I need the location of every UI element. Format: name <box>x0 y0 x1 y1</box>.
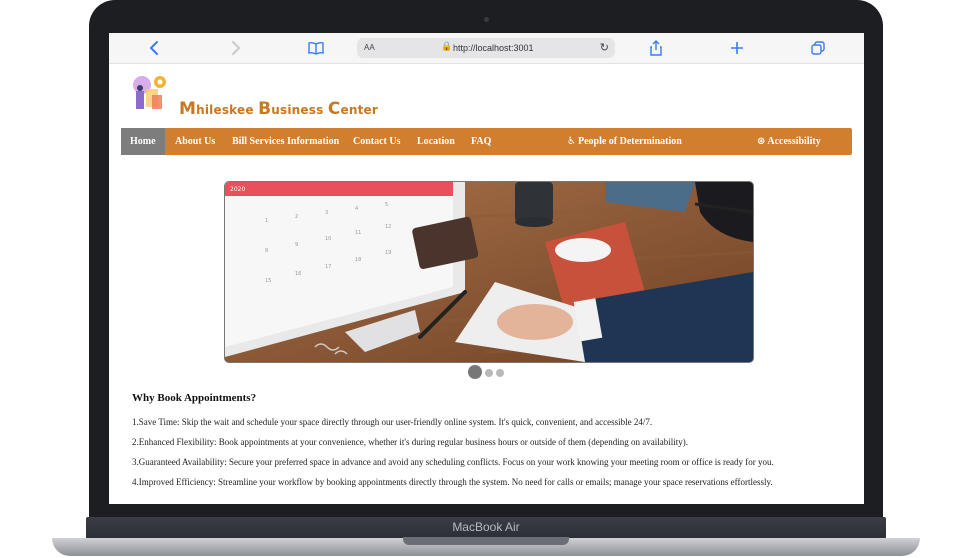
svg-text:15: 15 <box>265 278 271 284</box>
site-title: Mhileskee Business Center <box>179 99 378 119</box>
benefit-point: 1.Save Time: Skip the wait and schedule … <box>132 417 653 427</box>
svg-text:17: 17 <box>325 264 331 270</box>
svg-text:12: 12 <box>385 224 391 230</box>
svg-text:9: 9 <box>295 242 298 248</box>
plus-icon[interactable] <box>728 39 746 57</box>
camera <box>484 17 489 22</box>
benefit-point: 2.Enhanced Flexibility: Book appointment… <box>132 437 689 447</box>
svg-text:10: 10 <box>325 236 331 242</box>
svg-text:4: 4 <box>355 206 358 212</box>
nav-accessibility[interactable]: ⊛ Accessibility <box>757 128 821 155</box>
svg-text:8: 8 <box>265 248 268 254</box>
address-bar[interactable]: AA 🔒 http://localhost:3001 ↻ <box>357 38 615 58</box>
svg-text:11: 11 <box>355 230 361 236</box>
svg-text:1: 1 <box>265 218 268 224</box>
wheelchair-icon: ♿ <box>567 136 576 147</box>
benefit-point: 4.Improved Efficiency: Streamline your w… <box>132 477 773 487</box>
text-size-button[interactable]: AA <box>364 43 375 52</box>
main-nav: Home About Us Bill Services Information … <box>121 128 852 155</box>
tabs-icon[interactable] <box>809 39 827 57</box>
book-icon[interactable] <box>307 39 325 57</box>
section-heading: Why Book Appointments? <box>132 392 257 404</box>
svg-text:2: 2 <box>295 214 298 220</box>
svg-text:5: 5 <box>385 202 388 208</box>
laptop-notch <box>403 537 569 545</box>
svg-text:19: 19 <box>385 250 391 256</box>
benefit-point: 3.Guaranteed Availability: Secure your p… <box>132 457 774 467</box>
nav-home[interactable]: Home <box>121 128 165 155</box>
chevron-left-icon[interactable] <box>146 39 164 57</box>
url-text[interactable]: http://localhost:3001 <box>453 43 534 53</box>
nav-location[interactable]: Location <box>417 128 455 155</box>
chevron-right-icon[interactable] <box>226 39 244 57</box>
nav-about-us[interactable]: About Us <box>175 128 215 155</box>
svg-text:16: 16 <box>295 271 301 277</box>
svg-text:3: 3 <box>325 210 328 216</box>
browser-toolbar: AA 🔒 http://localhost:3001 ↻ <box>109 33 864 64</box>
site-logo[interactable] <box>130 73 170 113</box>
lock-icon: 🔒 <box>441 42 453 52</box>
nav-contact-us[interactable]: Contact Us <box>353 128 401 155</box>
hero-image: 2020 12345 89101112 1516171819 <box>225 182 753 362</box>
accessibility-icon: ⊛ <box>757 136 766 147</box>
screen: AA 🔒 http://localhost:3001 ↻ Mhileskee B… <box>109 33 864 504</box>
reload-icon[interactable]: ↻ <box>600 41 609 54</box>
carousel-dot-1[interactable] <box>468 365 482 379</box>
svg-text:2020: 2020 <box>230 186 245 193</box>
nav-bill-services[interactable]: Bill Services Information <box>232 128 339 155</box>
share-icon[interactable] <box>647 39 665 57</box>
nav-people-of-determination[interactable]: ♿ People of Determination <box>567 128 682 155</box>
carousel-dot-2[interactable] <box>485 369 493 377</box>
nav-faq[interactable]: FAQ <box>471 128 491 155</box>
device-label: MacBook Air <box>452 520 520 534</box>
svg-text:18: 18 <box>355 257 361 263</box>
hero-carousel[interactable]: 2020 12345 8 9 10 11 12 15 16 17 18 19 <box>224 181 754 363</box>
carousel-dot-3[interactable] <box>496 369 504 377</box>
